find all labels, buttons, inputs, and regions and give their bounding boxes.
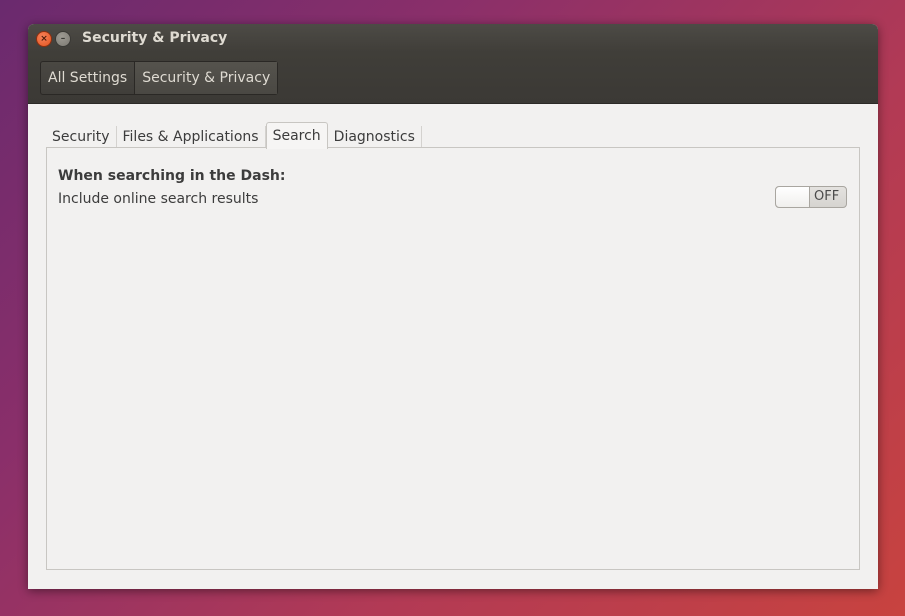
window-title: Security & Privacy [82, 30, 228, 46]
tab-security[interactable]: Security [46, 126, 117, 148]
section-heading: When searching in the Dash: [58, 168, 286, 184]
desktop-background: × – Security & Privacy All Settings Secu… [0, 0, 905, 616]
breadcrumb: All Settings Security & Privacy [40, 61, 279, 95]
breadcrumb-security-privacy[interactable]: Security & Privacy [134, 62, 278, 94]
tab-files-applications[interactable]: Files & Applications [117, 126, 266, 148]
breadcrumb-all-settings[interactable]: All Settings [41, 62, 134, 94]
search-tab-panel: When searching in the Dash: Include onli… [46, 147, 860, 570]
toolbar: All Settings Security & Privacy [28, 52, 878, 104]
online-results-label: Include online search results [58, 191, 259, 207]
close-icon[interactable]: × [36, 31, 52, 47]
minimize-icon[interactable]: – [55, 31, 71, 47]
tab-diagnostics[interactable]: Diagnostics [328, 126, 422, 148]
settings-window: × – Security & Privacy All Settings Secu… [28, 24, 878, 589]
tab-search[interactable]: Search [265, 122, 328, 149]
tab-bar: Security Files & Applications Search Dia… [46, 122, 422, 149]
title-bar[interactable]: × – Security & Privacy [28, 24, 878, 52]
online-results-toggle[interactable]: OFF [775, 186, 847, 208]
toggle-knob[interactable] [776, 187, 810, 207]
toggle-state-label: OFF [814, 189, 840, 204]
